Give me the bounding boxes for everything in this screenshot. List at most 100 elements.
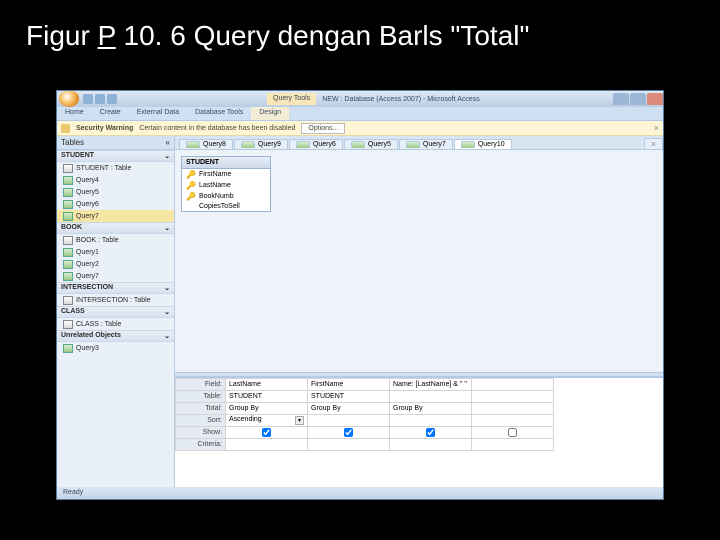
doc-tab[interactable]: Query8 — [179, 139, 233, 149]
navigation-pane: Tables« STUDENT⌄ STUDENT : Table Query4 Que… — [57, 136, 175, 487]
nav-item[interactable]: STUDENT : Table — [57, 162, 174, 174]
document-tabs: Query8Query9Query6Query5Query7Query10 × — [175, 136, 663, 150]
nav-item[interactable]: Query6 — [57, 198, 174, 210]
close-icon[interactable]: × — [654, 123, 659, 133]
nav-item[interactable]: Query5 — [57, 186, 174, 198]
context-tab-label: Query Tools — [267, 93, 316, 105]
nav-group-header[interactable]: BOOK⌄ — [57, 222, 174, 234]
office-button[interactable] — [59, 91, 79, 107]
query-icon — [63, 188, 73, 197]
query-icon — [241, 141, 255, 148]
query-icon — [461, 141, 475, 148]
doc-tab[interactable]: Query6 — [289, 139, 343, 149]
nav-group-header[interactable]: Unrelated Objects⌄ — [57, 330, 174, 342]
title-bar: Query Tools NEW : Database (Access 2007)… — [57, 91, 663, 107]
nav-item[interactable]: Query1 — [57, 246, 174, 258]
field-item[interactable]: 🔑FirstName — [182, 169, 270, 180]
window-title: NEW : Database (Access 2007) - Microsoft… — [322, 96, 480, 103]
grid-cell[interactable] — [390, 391, 472, 403]
grid-cell[interactable] — [472, 391, 554, 403]
grid-cell[interactable]: Ascending▾ — [226, 415, 308, 427]
shield-icon — [61, 124, 70, 133]
grid-cell[interactable]: STUDENT — [308, 391, 390, 403]
grid-cell[interactable]: FirstName — [308, 379, 390, 391]
chevron-down-icon[interactable]: « — [166, 138, 170, 147]
grid-cell[interactable] — [390, 415, 472, 427]
nav-item[interactable]: Query3 — [57, 342, 174, 354]
grid-cell[interactable] — [308, 415, 390, 427]
grid-cell[interactable]: Group By — [390, 403, 472, 415]
grid-row-label: Field: — [176, 379, 226, 391]
nav-header[interactable]: Tables« — [57, 136, 174, 150]
minimize-button[interactable] — [613, 93, 629, 105]
query-icon — [186, 141, 200, 148]
tab-database-tools[interactable]: Database Tools — [187, 107, 251, 120]
query-icon — [63, 272, 73, 281]
quick-access-toolbar[interactable] — [83, 94, 117, 104]
query-design-surface[interactable]: STUDENT 🔑FirstName🔑LastName🔑BookNumbCopi… — [175, 150, 663, 372]
nav-item[interactable]: Query4 — [57, 174, 174, 186]
show-checkbox[interactable] — [508, 428, 517, 437]
query-icon — [63, 212, 73, 221]
grid-cell[interactable]: STUDENT — [226, 391, 308, 403]
grid-row-label: Sort: — [176, 415, 226, 427]
grid-cell[interactable] — [472, 427, 554, 439]
field-item[interactable]: 🔑LastName — [182, 180, 270, 191]
show-checkbox[interactable] — [262, 428, 271, 437]
tab-create[interactable]: Create — [92, 107, 129, 120]
nav-item-label: STUDENT : Table — [76, 165, 131, 172]
nav-item[interactable]: Query7 — [57, 270, 174, 282]
table-icon — [63, 236, 73, 245]
table-field-list[interactable]: STUDENT 🔑FirstName🔑LastName🔑BookNumbCopi… — [181, 156, 271, 212]
nav-item[interactable]: Query7 — [57, 210, 174, 222]
field-item[interactable]: 🔑BookNumb — [182, 191, 270, 202]
doc-tab[interactable]: Query9 — [234, 139, 288, 149]
doc-tab[interactable]: Query7 — [399, 139, 453, 149]
grid-cell[interactable] — [390, 427, 472, 439]
nav-item-label: Query1 — [76, 249, 99, 256]
qbe-grid[interactable]: Field:LastNameFirstNameName: [LastName] … — [175, 377, 663, 487]
grid-cell[interactable] — [308, 427, 390, 439]
maximize-button[interactable] — [630, 93, 646, 105]
status-bar: Ready — [57, 487, 663, 499]
grid-cell[interactable] — [472, 415, 554, 427]
close-button[interactable] — [647, 93, 663, 105]
grid-cell[interactable] — [472, 379, 554, 391]
grid-cell[interactable] — [308, 439, 390, 451]
nav-item-label: INTERSECTION : Table — [76, 297, 151, 304]
nav-group-header[interactable]: INTERSECTION⌄ — [57, 282, 174, 294]
nav-item[interactable]: BOOK : Table — [57, 234, 174, 246]
dropdown-icon[interactable]: ▾ — [295, 416, 304, 425]
nav-item[interactable]: CLASS : Table — [57, 318, 174, 330]
tab-design[interactable]: Design — [251, 107, 289, 120]
grid-cell[interactable] — [472, 439, 554, 451]
grid-cell[interactable] — [390, 439, 472, 451]
grid-cell[interactable]: Group By — [308, 403, 390, 415]
grid-cell[interactable]: Group By — [226, 403, 308, 415]
grid-cell[interactable] — [226, 439, 308, 451]
grid-row-label: Table: — [176, 391, 226, 403]
nav-group-header[interactable]: STUDENT⌄ — [57, 150, 174, 162]
tab-home[interactable]: Home — [57, 107, 92, 120]
doc-tab[interactable]: Query10 — [454, 139, 512, 149]
table-icon — [63, 320, 73, 329]
key-icon: 🔑 — [186, 181, 196, 190]
tab-external-data[interactable]: External Data — [129, 107, 187, 120]
grid-cell[interactable]: LastName — [226, 379, 308, 391]
nav-item[interactable]: Query2 — [57, 258, 174, 270]
nav-item-label: Query4 — [76, 177, 99, 184]
show-checkbox[interactable] — [344, 428, 353, 437]
doc-tab[interactable]: Query5 — [344, 139, 398, 149]
field-item[interactable]: CopiesToSell — [182, 202, 270, 211]
grid-row-label: Criteria: — [176, 439, 226, 451]
query-icon — [63, 176, 73, 185]
grid-cell[interactable]: Name: [LastName] & " " — [390, 379, 472, 391]
nav-group-header[interactable]: CLASS⌄ — [57, 306, 174, 318]
query-icon — [63, 344, 73, 353]
nav-item[interactable]: INTERSECTION : Table — [57, 294, 174, 306]
grid-cell[interactable] — [226, 427, 308, 439]
show-checkbox[interactable] — [426, 428, 435, 437]
grid-cell[interactable] — [472, 403, 554, 415]
close-icon[interactable]: × — [644, 138, 663, 149]
options-button[interactable]: Options... — [301, 123, 345, 134]
